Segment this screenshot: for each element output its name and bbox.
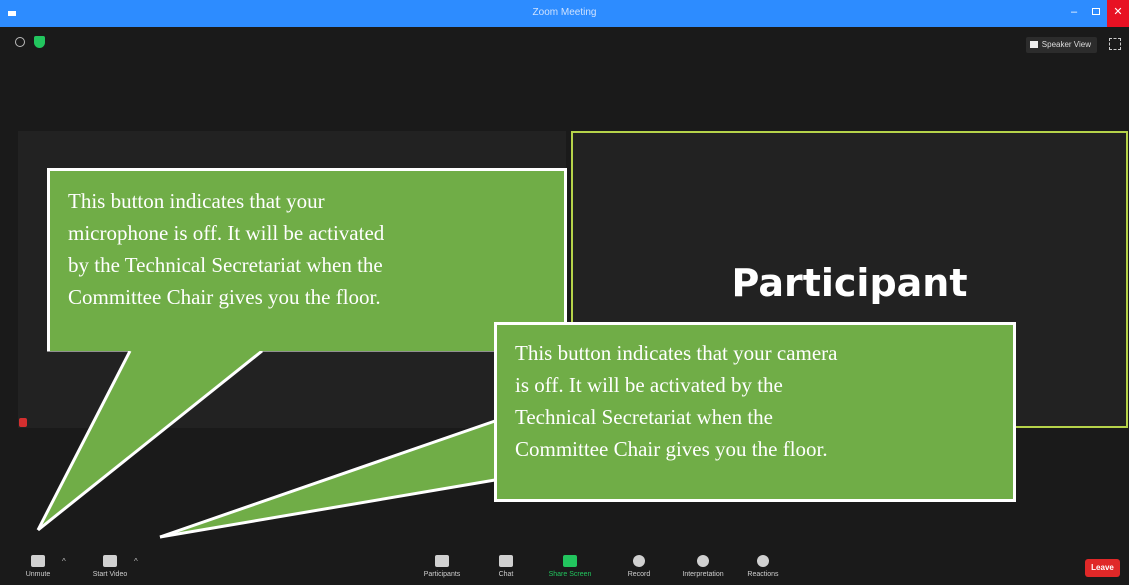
reactions-label: Reactions — [747, 571, 779, 578]
callout-line: by the Technical Secretariat when the — [68, 253, 383, 277]
participants-label: Participants — [423, 571, 461, 578]
microphone-off-icon — [31, 555, 45, 567]
camera-off-icon — [103, 555, 117, 567]
participants-icon — [435, 555, 449, 567]
meeting-toolbar: Unmute ^ Start Video ^ Participants Chat… — [0, 551, 1129, 585]
chat-button[interactable]: Chat — [476, 553, 536, 578]
participants-button[interactable]: Participants — [412, 553, 472, 578]
start-video-label: Start Video — [92, 571, 128, 578]
unmute-label: Unmute — [25, 571, 51, 578]
leave-button[interactable]: Leave — [1085, 559, 1120, 577]
callout-line: microphone is off. It will be activated — [68, 221, 385, 245]
unmute-button[interactable]: Unmute — [8, 553, 68, 578]
interpretation-label: Interpretation — [682, 571, 724, 578]
callout-line: Technical Secretariat when the — [515, 405, 773, 429]
video-options-caret[interactable]: ^ — [134, 557, 138, 566]
callout-line: Committee Chair gives you the floor. — [68, 285, 381, 309]
chat-icon — [499, 555, 513, 567]
callout-line: Committee Chair gives you the floor. — [515, 437, 828, 461]
reactions-button[interactable]: Reactions — [733, 553, 793, 578]
record-label: Record — [627, 571, 651, 578]
microphone-callout: This button indicates that your micropho… — [47, 168, 567, 351]
record-button[interactable]: Record — [609, 553, 669, 578]
globe-icon — [697, 555, 709, 567]
record-icon — [633, 555, 645, 567]
share-screen-button[interactable]: Share Screen — [540, 553, 600, 578]
share-screen-label: Share Screen — [548, 571, 592, 578]
callout-line: is off. It will be activated by the — [515, 373, 783, 397]
interpretation-button[interactable]: Interpretation — [673, 553, 733, 578]
smiley-icon — [757, 555, 769, 567]
camera-callout: This button indicates that your camera i… — [494, 322, 1016, 502]
audio-options-caret[interactable]: ^ — [62, 557, 66, 566]
share-screen-icon — [563, 555, 577, 567]
callout-line: This button indicates that your — [68, 189, 325, 213]
callout-line: This button indicates that your camera — [515, 341, 838, 365]
start-video-button[interactable]: Start Video — [80, 553, 140, 578]
chat-label: Chat — [498, 571, 514, 578]
